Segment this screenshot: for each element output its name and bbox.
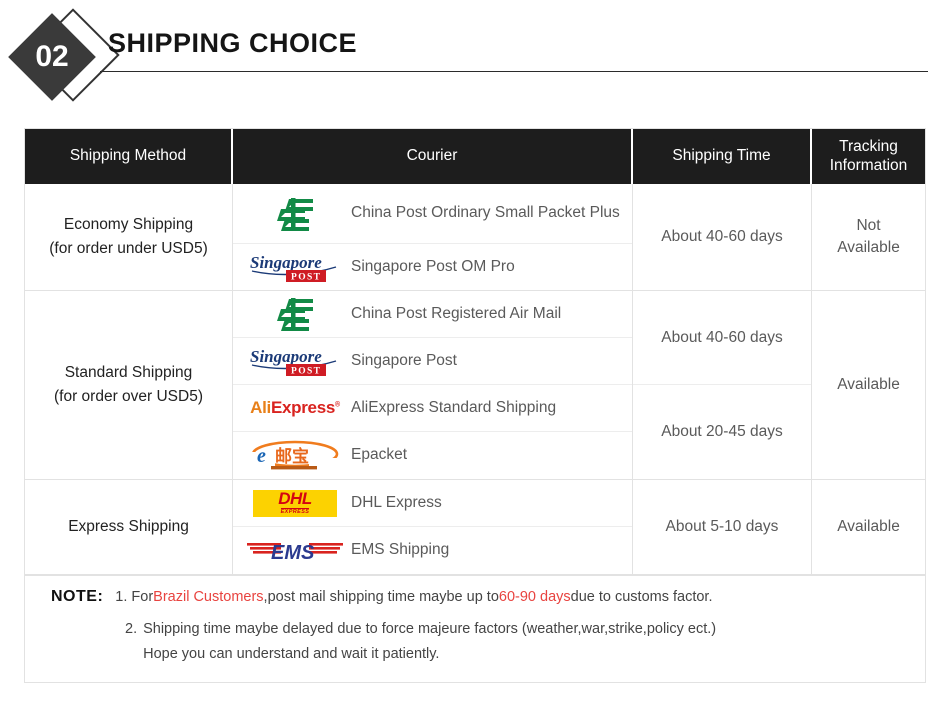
epacket-logo: e 邮宝 xyxy=(239,438,351,474)
page-title: SHIPPING CHOICE xyxy=(108,28,358,58)
list-item: e 邮宝 Epacket xyxy=(233,432,632,479)
svg-text:Singapore: Singapore xyxy=(250,253,322,272)
note-item-1-highlight-days: 60-90 days xyxy=(498,589,571,605)
courier-list: DHL EXPRESS DHL Express EMS EMS Shipping xyxy=(233,480,633,574)
shipping-time-value: About 5-10 days xyxy=(665,518,779,535)
note-item-1: NOTE: 1. For Brazil Customers ,post mail… xyxy=(25,588,925,606)
note-item-2-line1: Shipping time maybe delayed due to force… xyxy=(143,621,717,637)
shipping-method-line2: (for order under USD5) xyxy=(49,240,208,257)
list-item: China Post Ordinary Small Packet Plus xyxy=(233,184,632,244)
tracking-status: Available xyxy=(837,375,900,393)
ems-logo: EMS xyxy=(239,537,351,565)
column-header-courier: Courier xyxy=(233,129,633,184)
list-item: DHL EXPRESS DHL Express xyxy=(233,480,632,527)
courier-list: China Post Ordinary Small Packet Plus Si… xyxy=(233,184,633,290)
column-header-tracking-line1: Tracking xyxy=(839,138,898,156)
courier-name: Epacket xyxy=(351,446,408,464)
note-item-1-text-part2: ,post mail shipping time maybe up to xyxy=(263,589,499,605)
svg-text:POST: POST xyxy=(291,367,321,377)
note-item-1-highlight-brazil: Brazil Customers xyxy=(153,589,264,605)
shipping-time-cell-group: About 40-60 days About 20-45 days xyxy=(633,291,812,479)
list-item: Singapore POST Singapore Post xyxy=(233,338,632,385)
shipping-time-cell-group: About 5-10 days xyxy=(633,480,812,574)
shipping-method-line1: Standard Shipping xyxy=(64,363,193,381)
list-item: China Post Registered Air Mail xyxy=(233,291,632,338)
dhl-logo: DHL EXPRESS xyxy=(239,489,351,517)
shipping-method-cell: Express Shipping xyxy=(25,480,233,574)
courier-name: Singapore Post xyxy=(351,351,457,369)
note-item-2: 2. Shipping time maybe delayed due to fo… xyxy=(25,617,925,666)
note-item-1-number: 1. xyxy=(115,589,128,605)
shipping-method-cell: Economy Shipping (for order under USD5) xyxy=(25,184,233,290)
courier-list: China Post Registered Air Mail Singapore… xyxy=(233,291,633,479)
dhl-subtext: EXPRESS xyxy=(280,508,310,516)
shipping-time-cell-group: About 40-60 days xyxy=(633,184,812,290)
list-item: Singapore POST Singapore Post OM Pro xyxy=(233,244,632,290)
shipping-method-line1: Express Shipping xyxy=(68,517,189,535)
china-post-logo xyxy=(239,196,351,232)
shipping-time-value: About 20-45 days xyxy=(661,423,783,440)
tracking-status: Available xyxy=(837,517,900,535)
section-number-badge: 02 xyxy=(8,8,120,104)
table-header-row: Shipping Method Courier Shipping Time Tr… xyxy=(25,129,925,184)
tracking-cell-group: Not Available xyxy=(812,184,925,290)
badge-number-label: 02 xyxy=(35,40,69,73)
column-header-shipping-time: Shipping Time xyxy=(633,129,812,184)
courier-name: Singapore Post OM Pro xyxy=(351,257,515,275)
list-item: AliExpress® AliExpress Standard Shipping xyxy=(233,385,632,432)
note-item-1-text-part3: due to customs factor. xyxy=(570,589,713,605)
column-header-shipping-method: Shipping Method xyxy=(25,129,233,184)
note-item-1-text-part1: For xyxy=(131,589,154,605)
courier-name: China Post Ordinary Small Packet Plus xyxy=(351,204,620,222)
svg-text:POST: POST xyxy=(291,273,321,283)
courier-name: DHL Express xyxy=(351,493,442,511)
aliexpress-logo: AliExpress® xyxy=(239,398,351,418)
singapore-post-logo: Singapore POST xyxy=(239,344,351,378)
tracking-cell-group: Available xyxy=(812,480,925,574)
tracking-cell-group: Available xyxy=(812,291,925,479)
svg-text:e: e xyxy=(257,445,266,467)
china-post-logo xyxy=(239,296,351,332)
singapore-post-logo: Singapore POST xyxy=(239,250,351,284)
tracking-status-line2: Available xyxy=(837,239,900,256)
aliexpress-wordmark: AliExpress® xyxy=(250,398,340,417)
svg-text:EMS: EMS xyxy=(271,542,315,564)
courier-name: China Post Registered Air Mail xyxy=(351,304,562,322)
column-header-tracking-information: Tracking Information xyxy=(812,129,925,184)
note-label: NOTE: xyxy=(51,588,104,605)
title-divider-rule xyxy=(100,71,928,72)
note-section: NOTE: 1. For Brazil Customers ,post mail… xyxy=(25,575,925,682)
svg-text:Singapore: Singapore xyxy=(250,347,322,366)
tracking-status-line1: Not xyxy=(856,216,881,234)
shipping-method-line1: Economy Shipping xyxy=(63,215,194,233)
column-header-tracking-line2: Information xyxy=(829,156,908,174)
shipping-method-cell: Standard Shipping (for order over USD5) xyxy=(25,291,233,479)
tracking-status: Not Available xyxy=(812,184,925,290)
shipping-time-value: About 40-60 days xyxy=(633,291,811,385)
svg-text:邮宝: 邮宝 xyxy=(275,446,309,467)
note-item-2-line2: Hope you can understand and wait it pati… xyxy=(143,645,440,662)
courier-name: AliExpress Standard Shipping xyxy=(351,398,557,416)
courier-name: EMS Shipping xyxy=(351,541,450,559)
note-item-2-number: 2. xyxy=(125,621,138,637)
shipping-time-value: About 40-60 days xyxy=(661,228,783,245)
dhl-wordmark: DHL EXPRESS xyxy=(253,489,337,517)
dhl-text: DHL xyxy=(278,489,312,509)
table-row: Standard Shipping (for order over USD5) xyxy=(25,291,925,480)
shipping-method-line2: (for order over USD5) xyxy=(53,388,203,405)
shipping-choice-table: Shipping Method Courier Shipping Time Tr… xyxy=(24,128,926,684)
table-row: Express Shipping DHL EXPRESS DHL Express xyxy=(25,480,925,575)
list-item: EMS EMS Shipping xyxy=(233,527,632,574)
table-row: Economy Shipping (for order under USD5) xyxy=(25,184,925,291)
page-header: 02 SHIPPING CHOICE xyxy=(0,0,950,112)
